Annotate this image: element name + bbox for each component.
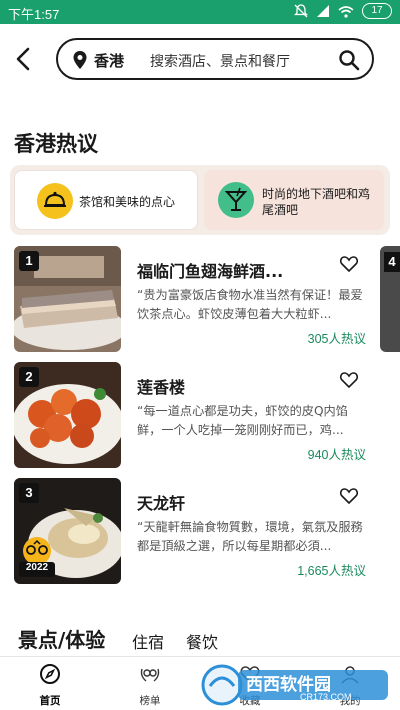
restaurant-card[interactable]: 2 莲香楼 “每一道点心都是功夫，虾饺的皮Q内馅鲜，一个人吃掉一笼刚刚好而已，鸡… (14, 362, 386, 468)
compass-icon (40, 664, 60, 684)
tab-dining[interactable]: 餐饮 (186, 629, 218, 653)
cocktail-icon (218, 182, 254, 218)
status-bar: 下午1:57 17 (0, 0, 400, 24)
nav-rankings[interactable]: 榜单 (120, 663, 180, 708)
review-quote: “每一道点心都是功夫，虾饺的皮Q内馅鲜，一个人吃掉一笼刚刚好而已，鸡... (137, 404, 348, 437)
mute-icon (294, 4, 308, 18)
rank-badge: 4 (384, 252, 400, 272)
rank-badge: 1 (19, 251, 39, 271)
status-time: 下午1:57 (8, 7, 60, 22)
nav-label: 首页 (39, 695, 61, 707)
review-quote: “贵为富豪饭店食物水准当然有保证！最爱饮茶点心。虾饺皮薄包着大大粒虾... (137, 288, 363, 321)
nav-label: 榜单 (139, 695, 161, 707)
restaurant-card[interactable]: 1 福临门鱼翅海鲜酒... “贵为富豪饭店食物水准当然有保证！最爱饮茶点心。虾饺… (14, 246, 386, 352)
back-arrow-icon[interactable] (10, 44, 36, 74)
restaurant-name[interactable]: 天龙轩 (137, 490, 317, 514)
restaurant-card[interactable]: 3 2022 天龙轩 “天龍軒無論食物質數，環境，氣氛及服務都是頂級之選，所以每… (14, 478, 386, 584)
heart-icon[interactable] (339, 486, 359, 506)
heart-icon[interactable] (339, 370, 359, 390)
wifi-icon (338, 5, 354, 18)
mention-count[interactable]: 1,665人热议 (297, 560, 366, 579)
tab-label: 茶馆和美味的点心 (79, 195, 176, 209)
award-laurel-icon (140, 668, 160, 682)
tab-label: 时尚的地下酒吧和鸡尾酒吧 (262, 187, 371, 217)
restaurant-name[interactable]: 莲香楼 (137, 374, 317, 398)
watermark-logo: 西西软件园 CR173.COM (200, 662, 400, 708)
search-city[interactable]: 香港 (94, 50, 124, 71)
watermark-url: CR173.COM (300, 692, 352, 702)
review-quote: “天龍軒無論食物質數，環境，氣氛及服務都是頂級之選，所以每星期都必須... (137, 520, 363, 553)
tab-lodging[interactable]: 住宿 (132, 629, 164, 653)
mention-count[interactable]: 305人热议 (308, 328, 366, 347)
award-year: 2022 (25, 562, 49, 573)
section-heading[interactable]: 景点/体验 (18, 624, 105, 653)
section-title: 香港热议 (14, 132, 98, 156)
nav-home[interactable]: 首页 (20, 663, 80, 708)
dim-sum-cloche-icon (37, 183, 73, 219)
battery-indicator: 17 (362, 3, 392, 19)
rank-badge: 2 (19, 367, 39, 387)
tab-dim-sum[interactable]: 茶馆和美味的点心 (14, 170, 198, 230)
next-card-peek[interactable]: 4 (380, 246, 400, 352)
tab-cocktail-bars[interactable]: 时尚的地下酒吧和鸡尾酒吧 (204, 170, 384, 230)
signal-icon (317, 5, 329, 17)
topic-tabs: 茶馆和美味的点心 时尚的地下酒吧和鸡尾酒吧 (10, 165, 390, 235)
restaurant-name[interactable]: 福临门鱼翅海鲜酒... (137, 258, 317, 282)
search-placeholder[interactable]: 搜索酒店、景点和餐厅 (150, 51, 290, 71)
heart-icon[interactable] (339, 254, 359, 274)
search-bar[interactable]: 香港 搜索酒店、景点和餐厅 (56, 38, 374, 80)
mention-count[interactable]: 940人热议 (308, 444, 366, 463)
rank-badge: 3 (19, 483, 39, 503)
search-icon[interactable] (338, 49, 360, 71)
location-pin-icon (73, 51, 87, 69)
